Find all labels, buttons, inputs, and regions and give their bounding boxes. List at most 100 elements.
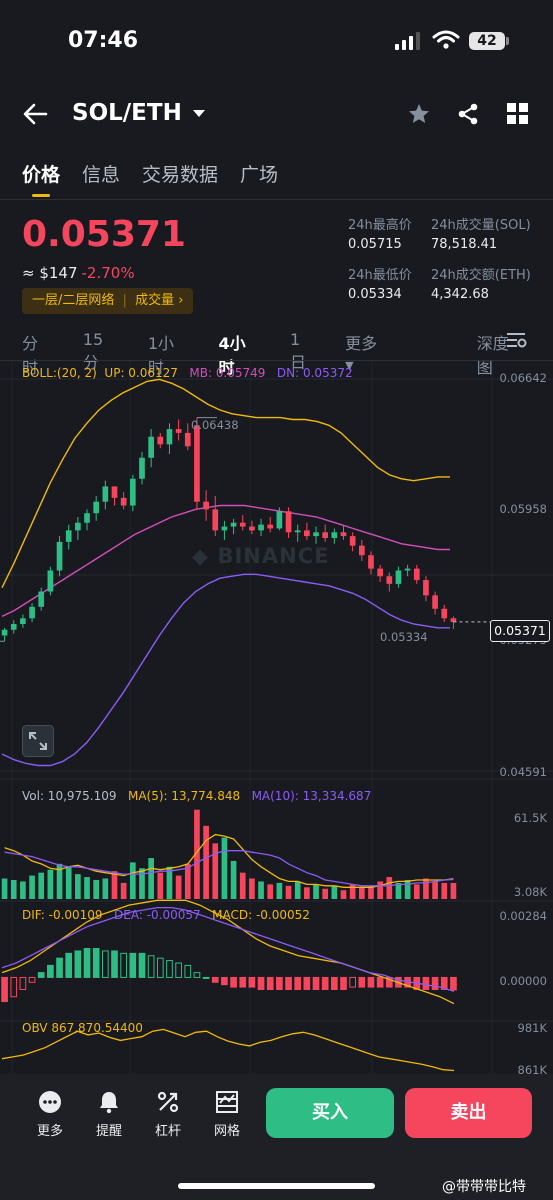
candle-body (413, 568, 420, 581)
macd-bar (358, 976, 366, 988)
volume-bar (65, 866, 72, 899)
volume-ma5-line (4, 833, 454, 888)
candle-body (294, 530, 301, 533)
volume-bar (129, 862, 136, 899)
status-time: 07:46 (68, 28, 139, 53)
low-value: 0.05334 (348, 287, 402, 302)
volume-eth-label: 24h成交额(ETH) (431, 268, 531, 283)
volume-bar (75, 874, 81, 899)
tab-info[interactable]: 信息 (82, 160, 120, 187)
macd-bar (221, 976, 228, 986)
tab-square[interactable]: 广场 (240, 160, 278, 187)
volume-bar (377, 881, 383, 899)
macd-bar (74, 950, 82, 978)
binance-logo-icon: ◆ (192, 544, 210, 568)
macd-bar (331, 976, 338, 990)
leverage-button[interactable]: 杠杆 (146, 1090, 190, 1139)
favorite-star-icon[interactable] (407, 102, 431, 126)
macd-bar (166, 960, 173, 978)
candle-body (111, 486, 118, 498)
macd-bar (257, 976, 265, 990)
tab-price[interactable]: 价格 (22, 160, 60, 197)
candle-body (358, 545, 365, 556)
volume-bar (294, 881, 301, 899)
volume-bar (10, 879, 17, 899)
candle-body (10, 624, 17, 630)
macd-bar (340, 976, 347, 990)
layout-grid-icon[interactable] (507, 103, 529, 125)
volume-axis-bottom: 3.08K (513, 885, 547, 899)
grid-bot-button[interactable]: 网格 (205, 1090, 249, 1139)
network-badge[interactable]: 一层/二层网络 | 成交量 › (22, 288, 194, 314)
share-icon[interactable] (456, 102, 480, 126)
candle-body (340, 532, 347, 537)
more-button[interactable]: 更多 (28, 1090, 72, 1139)
candle-body (304, 530, 310, 537)
volume-bar (221, 837, 228, 899)
back-arrow-icon[interactable] (22, 102, 48, 126)
macd-dif: DIF: -0.00109 (22, 908, 103, 922)
chart-settings-icon[interactable] (507, 331, 527, 349)
candle-body (194, 425, 200, 502)
macd-bar (92, 948, 100, 978)
macd-bar (120, 952, 127, 978)
volume-bar (230, 860, 237, 899)
macd-bar (367, 976, 375, 988)
volume-bar (413, 884, 420, 899)
main-tabs: 价格 信息 交易数据 广场 (22, 160, 278, 197)
alert-label: 提醒 (95, 1124, 122, 1139)
macd-bar (102, 950, 109, 978)
candle-body (322, 532, 329, 539)
more-label: 更多 (36, 1124, 63, 1139)
tab-trading-data[interactable]: 交易数据 (142, 160, 218, 187)
candle-body (184, 432, 191, 447)
price-axis-bottom: 0.04591 (499, 765, 547, 779)
macd-bar (129, 952, 137, 978)
obv-value: OBV 867,870.54400 (22, 1021, 143, 1035)
pair-title[interactable]: SOL/ETH (72, 100, 182, 126)
high-label: 24h最高价 (348, 218, 412, 233)
macd-bar (37, 972, 45, 978)
boll-dn: DN: 0.05372 (276, 366, 353, 380)
volume-legend: Vol: 10,975.109 MA(5): 13,774.848 MA(10)… (22, 789, 371, 803)
volume-bar (441, 882, 448, 899)
watermark-text: BINANCE (217, 544, 330, 568)
volume-bar (111, 871, 118, 899)
tabs-divider (0, 199, 553, 200)
volume-value: Vol: 10,975.109 (22, 789, 117, 803)
alert-button[interactable]: 提醒 (87, 1090, 131, 1139)
candle-body (212, 509, 219, 531)
candle-body (75, 522, 81, 531)
current-price-tag: 0.05371 (490, 620, 550, 642)
volume-bar (249, 878, 255, 899)
candlestick-chart[interactable] (0, 361, 553, 1074)
macd-bar (138, 952, 146, 978)
macd-bar (349, 976, 356, 988)
bell-icon (100, 1092, 118, 1114)
macd-dea: DEA: -0.00057 (114, 908, 201, 922)
volume-bar (404, 879, 411, 899)
candle-body (267, 524, 274, 529)
volume-eth-value: 4,342.68 (431, 287, 489, 302)
buy-button[interactable]: 买入 (266, 1088, 394, 1138)
approx-usd: ≈ $147 (22, 264, 78, 282)
volume-bar (267, 884, 274, 899)
price-change: -2.70% (81, 264, 135, 282)
volume-sol-value: 78,518.41 (431, 237, 498, 252)
pair-dropdown-icon[interactable] (192, 109, 206, 119)
candle-body (157, 436, 164, 445)
candle-body (230, 522, 237, 527)
volume-bar (38, 872, 45, 899)
macd-bar (1, 976, 8, 1003)
grid-bot-label: 网格 (213, 1124, 240, 1139)
expand-chart-icon[interactable] (22, 725, 54, 757)
candle-body (221, 526, 228, 531)
macd-bar (156, 957, 164, 978)
volume-bar (20, 881, 26, 899)
sell-button[interactable]: 卖出 (405, 1088, 532, 1138)
volume-bar (239, 872, 246, 899)
obv-axis-top: 981K (517, 1021, 548, 1035)
macd-bar (285, 976, 292, 990)
volume-bar (258, 881, 264, 899)
binance-watermark: ◆ BINANCE (192, 544, 329, 568)
